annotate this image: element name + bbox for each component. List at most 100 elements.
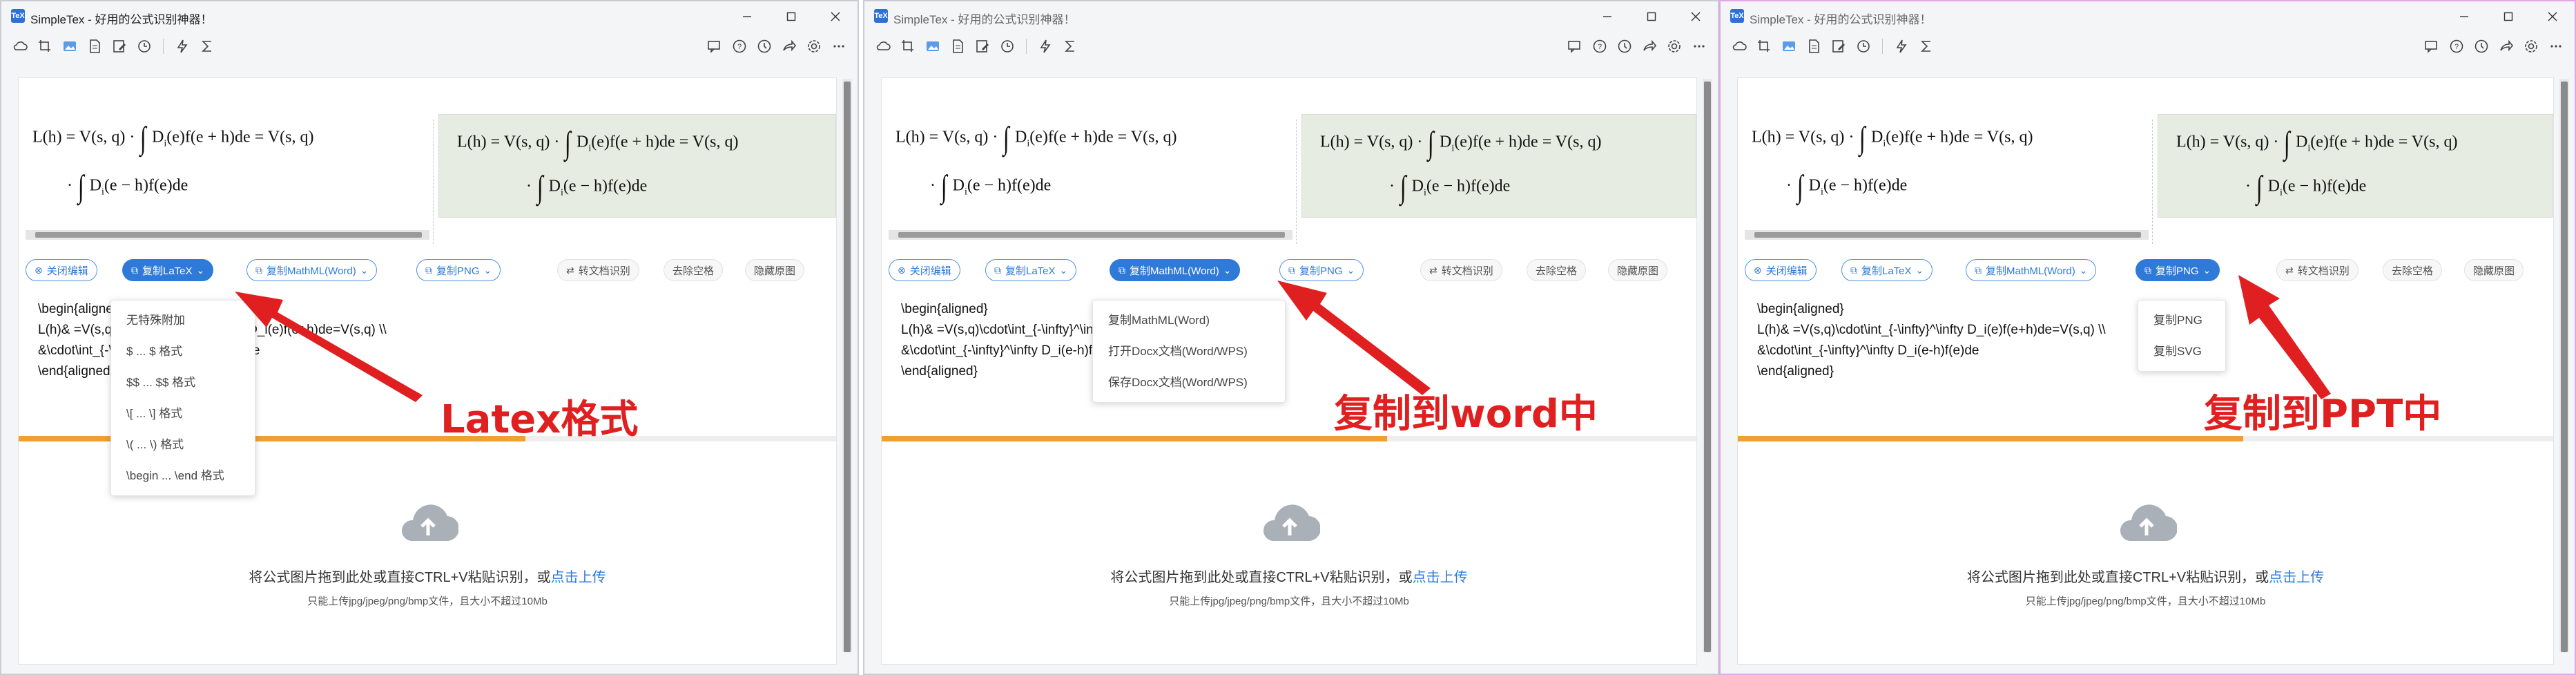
dropdown-item[interactable]: 复制PNG — [2138, 305, 2225, 336]
image-icon[interactable] — [61, 37, 79, 55]
scrollbar-thumb[interactable] — [35, 232, 422, 238]
upload-link[interactable]: 点击上传 — [2269, 570, 2324, 585]
scrollbar-thumb[interactable] — [1704, 82, 1711, 652]
help-icon[interactable]: ? — [1591, 37, 1609, 55]
remove-space-button[interactable]: 去除空格 — [2383, 259, 2443, 281]
copy-png-button[interactable]: ⧉ 复制PNG ⌄ — [416, 259, 501, 281]
cloud-icon[interactable] — [1730, 37, 1748, 55]
minimize-button[interactable] — [2442, 1, 2486, 32]
minimize-button[interactable] — [1585, 1, 1629, 32]
dropdown-item[interactable]: 复制MathML(Word) — [1093, 305, 1285, 336]
copy-mathml-button[interactable]: ⧉ 复制MathML(Word) ⌄ — [1966, 259, 2097, 281]
more-icon[interactable] — [2547, 37, 2565, 55]
copy-latex-button[interactable]: ⧉ 复制LaTeX ⌄ — [122, 259, 214, 281]
hide-original-button[interactable]: 隐藏原图 — [2464, 259, 2524, 281]
remove-space-button[interactable]: 去除空格 — [664, 259, 724, 281]
formula-text: (e)f(e + h)de = V(s, q) — [2310, 133, 2458, 151]
cloud-icon[interactable] — [11, 37, 29, 55]
maximize-button[interactable] — [769, 1, 813, 32]
flash-icon[interactable] — [173, 37, 191, 55]
chat-icon[interactable] — [2423, 37, 2441, 55]
history-icon[interactable] — [998, 37, 1016, 55]
panel-divider[interactable] — [1296, 120, 1300, 244]
scrollbar-thumb[interactable] — [898, 232, 1285, 238]
copy-png-button[interactable]: ⧉ 复制PNG ⌄ — [2136, 259, 2220, 281]
help-icon[interactable]: ? — [730, 37, 748, 55]
sigma-icon[interactable] — [1061, 37, 1079, 55]
remove-space-button[interactable]: 去除空格 — [1527, 259, 1587, 281]
close-edit-button[interactable]: ⊗ 关闭编辑 — [1745, 259, 1817, 281]
vertical-scrollbar[interactable] — [1703, 79, 1712, 652]
document-icon[interactable] — [86, 37, 104, 55]
copy-mathml-button[interactable]: ⧉ 复制MathML(Word) ⌄ — [1110, 259, 1241, 281]
clock-icon[interactable] — [2472, 37, 2490, 55]
sigma-icon[interactable] — [198, 37, 216, 55]
chat-icon[interactable] — [1566, 37, 1584, 55]
flash-icon[interactable] — [1892, 37, 1910, 55]
edit-icon[interactable] — [1830, 37, 1848, 55]
more-icon[interactable] — [1690, 37, 1708, 55]
history-icon[interactable] — [1854, 37, 1872, 55]
upload-drop-zone[interactable]: 将公式图片拖到此处或直接CTRL+V粘贴识别，或点击上传 只能上传jpg/jpe… — [882, 443, 1696, 664]
flash-icon[interactable] — [1036, 37, 1054, 55]
share-icon[interactable] — [780, 37, 798, 55]
settings-icon[interactable] — [2522, 37, 2540, 55]
edit-icon[interactable] — [110, 37, 128, 55]
maximize-button[interactable] — [1629, 1, 1674, 32]
more-icon[interactable] — [830, 37, 848, 55]
settings-icon[interactable] — [1665, 37, 1683, 55]
horizontal-scrollbar[interactable] — [1745, 230, 2149, 240]
dropdown-item[interactable]: 保存Docx文档(Word/WPS) — [1093, 367, 1285, 398]
document-icon[interactable] — [1805, 37, 1823, 55]
close-edit-button[interactable]: ⊗ 关闭编辑 — [889, 259, 960, 281]
scrollbar-thumb[interactable] — [844, 82, 851, 652]
upload-link[interactable]: 点击上传 — [551, 570, 606, 585]
copy-latex-button[interactable]: ⧉ 复制LaTeX ⌄ — [985, 259, 1077, 281]
crop-icon[interactable] — [1755, 37, 1773, 55]
document-icon[interactable] — [949, 37, 967, 55]
panel-divider[interactable] — [2152, 120, 2156, 244]
horizontal-scrollbar[interactable] — [889, 230, 1292, 240]
dropdown-item[interactable]: 打开Docx文档(Word/WPS) — [1093, 336, 1285, 367]
cloud-icon[interactable] — [874, 37, 892, 55]
share-icon[interactable] — [2497, 37, 2515, 55]
crop-icon[interactable] — [36, 37, 54, 55]
image-icon[interactable] — [1780, 37, 1798, 55]
image-icon[interactable] — [924, 37, 942, 55]
vertical-scrollbar[interactable] — [842, 79, 852, 652]
horizontal-scrollbar[interactable] — [26, 230, 429, 240]
maximize-button[interactable] — [2486, 1, 2530, 32]
doc-recognition-button[interactable]: ⇄ 转文档识别 — [557, 259, 639, 281]
dropdown-item[interactable]: 复制SVG — [2138, 336, 2225, 367]
clock-icon[interactable] — [1616, 37, 1634, 55]
clock-icon[interactable] — [755, 37, 773, 55]
help-icon[interactable]: ? — [2448, 37, 2466, 55]
dropdown-item[interactable]: \begin ... \end 格式 — [111, 460, 255, 491]
share-icon[interactable] — [1640, 37, 1658, 55]
close-button[interactable] — [1674, 1, 1718, 32]
close-button[interactable] — [813, 1, 858, 32]
crop-icon[interactable] — [899, 37, 917, 55]
scrollbar-thumb[interactable] — [2561, 82, 2568, 652]
upload-drop-zone[interactable]: 将公式图片拖到此处或直接CTRL+V粘贴识别，或点击上传 只能上传jpg/jpe… — [1738, 443, 2553, 664]
hide-original-button[interactable]: 隐藏原图 — [1608, 259, 1668, 281]
edit-icon[interactable] — [974, 37, 991, 55]
copy-mathml-button[interactable]: ⧉ 复制MathML(Word) ⌄ — [246, 259, 378, 281]
hide-original-button[interactable]: 隐藏原图 — [745, 259, 805, 281]
copy-latex-button[interactable]: ⧉ 复制LaTeX ⌄ — [1841, 259, 1933, 281]
sigma-icon[interactable] — [1917, 37, 1935, 55]
chat-icon[interactable] — [706, 37, 724, 55]
settings-icon[interactable] — [805, 37, 823, 55]
close-edit-button[interactable]: ⊗ 关闭编辑 — [26, 259, 97, 281]
panel-divider[interactable] — [433, 120, 437, 244]
close-button[interactable] — [2530, 1, 2575, 32]
vertical-scrollbar[interactable] — [2559, 79, 2569, 652]
svg-text:?: ? — [1598, 43, 1602, 51]
upload-link[interactable]: 点击上传 — [1413, 570, 1468, 585]
dropdown-item[interactable]: \[ ... \] 格式 — [111, 398, 255, 429]
minimize-button[interactable] — [725, 1, 769, 32]
dropdown-item[interactable]: \( ... \) 格式 — [111, 429, 255, 460]
history-icon[interactable] — [135, 37, 153, 55]
scrollbar-thumb[interactable] — [1754, 232, 2141, 238]
toolbar: ? — [864, 32, 1718, 61]
